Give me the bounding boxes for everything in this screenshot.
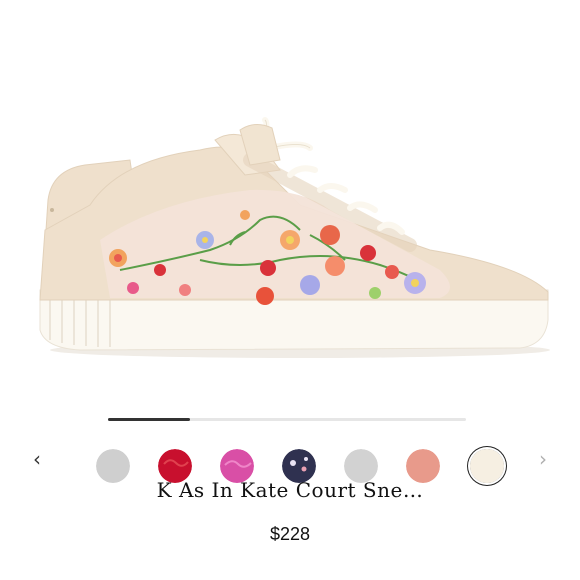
image-gallery-scrollbar[interactable] [108, 418, 466, 421]
chevron-left-icon[interactable]: ‹ [27, 448, 47, 470]
product-price: $228 [269, 524, 311, 544]
color-swatch-carousel: ‹ › [0, 445, 580, 483]
scrollbar-thumb[interactable] [108, 418, 191, 421]
chevron-right-icon[interactable]: › [533, 448, 553, 470]
product-title[interactable]: K As In Kate Court Sne… [0, 478, 580, 502]
sneaker-illustration [39, 117, 550, 358]
product-image[interactable] [0, 0, 580, 400]
